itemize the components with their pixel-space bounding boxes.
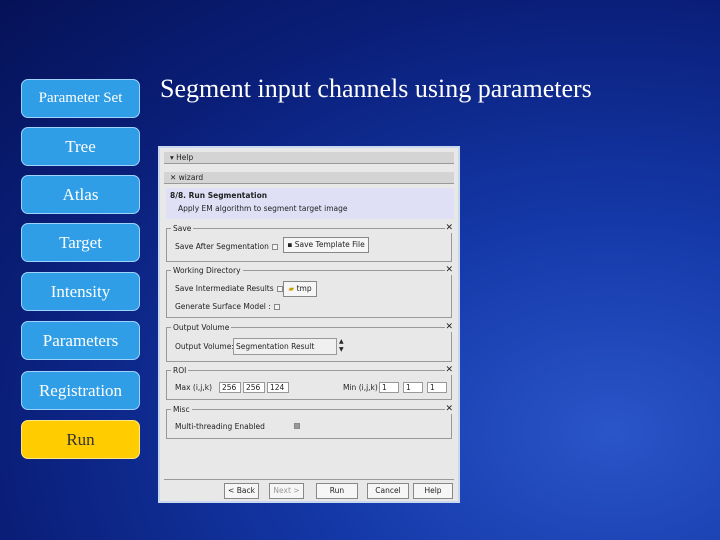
roi-group: ROI ✕ Max (i,j,k) 256 256 124 Min (i,j,k…: [166, 365, 453, 400]
nav-parameters[interactable]: Parameters: [21, 321, 140, 360]
surface-checkbox[interactable]: [273, 304, 280, 310]
output-volume-select[interactable]: Segmentation Result: [233, 338, 337, 355]
intermediate-label: Save Intermediate Results: [175, 284, 274, 293]
min-label: Min (i,j,k): [343, 383, 378, 392]
nav-atlas[interactable]: Atlas: [21, 175, 140, 214]
save-after-label: Save After Segmentation: [175, 242, 269, 251]
directory-button[interactable]: ▰ tmp: [283, 281, 317, 297]
close-icon[interactable]: ✕: [445, 404, 453, 414]
output-volume-label: Output Volume: [171, 323, 232, 332]
segmentation-dialog: ▾ Help ✕ wizard 8/8. Run Segmentation Ap…: [158, 146, 460, 503]
misc-group: Misc ✕ Multi-threading Enabled: [166, 404, 453, 439]
min-j-input[interactable]: 1: [403, 382, 423, 393]
help-section-header[interactable]: ▾ Help: [164, 152, 454, 164]
folder-icon: ▰: [288, 284, 295, 293]
save-after-checkbox[interactable]: [271, 244, 278, 250]
output-volume-group: Output Volume ✕ Output Volume: Segmentat…: [166, 322, 453, 362]
spinner-icon[interactable]: ▲ ▼: [339, 338, 344, 354]
save-template-label: Save Template File: [294, 240, 365, 249]
intermediate-checkbox[interactable]: [276, 286, 283, 292]
working-directory-label: Working Directory: [171, 266, 243, 275]
close-icon[interactable]: ✕: [445, 265, 453, 275]
save-group-label: Save: [171, 224, 194, 233]
working-directory-group: Working Directory ✕ Save Intermediate Re…: [166, 265, 453, 318]
page-title: Segment input channels using parameters: [160, 74, 592, 103]
step-description: Apply EM algorithm to segment target ima…: [178, 204, 348, 213]
back-button[interactable]: < Back: [224, 483, 259, 499]
close-icon[interactable]: ✕: [445, 223, 453, 233]
cancel-button[interactable]: Cancel: [367, 483, 409, 499]
misc-label: Misc: [171, 405, 192, 414]
min-k-input[interactable]: 1: [427, 382, 447, 393]
next-button[interactable]: Next >: [269, 483, 304, 499]
max-j-input[interactable]: 256: [243, 382, 265, 393]
roi-label: ROI: [171, 366, 189, 375]
save-group: Save ✕ Save After Segmentation ▪ Save Te…: [166, 223, 453, 262]
wizard-section-header[interactable]: ✕ wizard: [164, 172, 454, 184]
close-icon[interactable]: ✕: [445, 365, 453, 375]
nav-parameter-set[interactable]: Parameter Set: [21, 79, 140, 118]
run-button[interactable]: Run: [316, 483, 358, 499]
min-i-input[interactable]: 1: [379, 382, 399, 393]
floppy-icon: ▪: [287, 240, 293, 249]
nav-intensity[interactable]: Intensity: [21, 272, 140, 311]
output-field-label: Output Volume:: [175, 342, 234, 351]
multithread-label: Multi-threading Enabled: [175, 422, 265, 431]
nav-target[interactable]: Target: [21, 223, 140, 262]
directory-label: tmp: [296, 284, 312, 293]
step-title: 8/8. Run Segmentation: [170, 191, 268, 200]
wizard-label: wizard: [178, 173, 204, 182]
nav-tree[interactable]: Tree: [21, 127, 140, 166]
nav-run[interactable]: Run: [21, 420, 140, 459]
step-info: 8/8. Run Segmentation Apply EM algorithm…: [166, 188, 454, 219]
help-label: Help: [176, 153, 194, 162]
nav-registration[interactable]: Registration: [21, 371, 140, 410]
max-k-input[interactable]: 124: [267, 382, 289, 393]
close-icon[interactable]: ✕: [445, 322, 453, 332]
surface-label: Generate Surface Model :: [175, 302, 271, 311]
max-label: Max (i,j,k): [175, 383, 213, 392]
help-button[interactable]: Help: [413, 483, 453, 499]
max-i-input[interactable]: 256: [219, 382, 241, 393]
multithread-checkbox[interactable]: [294, 423, 300, 429]
save-template-button[interactable]: ▪ Save Template File: [283, 237, 369, 253]
